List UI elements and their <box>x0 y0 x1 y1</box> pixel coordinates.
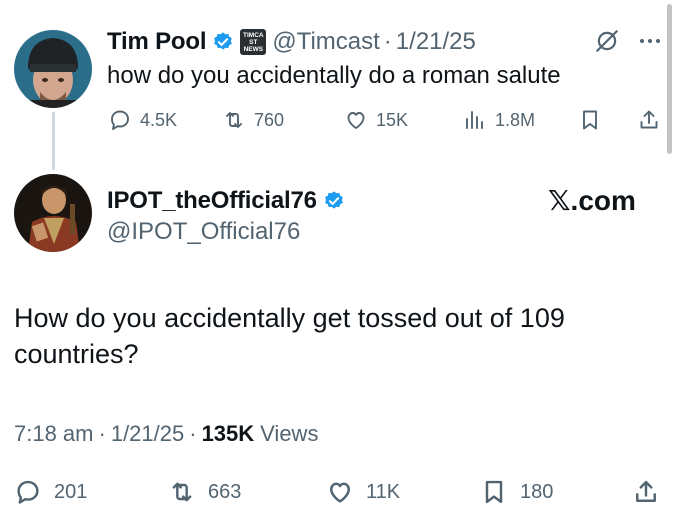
reply-button[interactable]: 201 <box>14 478 87 506</box>
bookmark-icon <box>583 110 597 130</box>
views-count: 135K <box>201 421 255 446</box>
reply-button[interactable]: 4.5K <box>108 108 177 132</box>
grok-icon[interactable] <box>594 28 620 54</box>
tweet-date[interactable]: 1/21/25 <box>396 28 476 56</box>
reply-icon <box>17 480 39 504</box>
views-icon <box>466 111 483 129</box>
author-name[interactable]: IPOT_theOfficial76 <box>107 187 317 215</box>
tweet-time[interactable]: 7:18 am <box>14 421 94 447</box>
author-name[interactable]: Tim Pool <box>107 28 207 56</box>
thread-connector-line <box>52 112 55 170</box>
x-watermark: 𝕏.com <box>548 185 636 216</box>
affiliate-badge[interactable]: TIMCAST NEWS <box>240 29 267 55</box>
repost-icon <box>226 112 242 128</box>
share-button[interactable] <box>632 478 660 506</box>
share-icon <box>640 110 658 129</box>
repost-button[interactable]: 760 <box>222 108 284 132</box>
quoted-tweet-header: Tim Pool TIMCAST NEWS @Timcast · 1/21/25 <box>107 26 476 58</box>
bookmark-icon <box>485 480 503 504</box>
verified-badge-icon <box>214 32 233 50</box>
tweet-date[interactable]: 1/21/25 <box>111 421 184 447</box>
more-icon[interactable] <box>638 36 662 46</box>
separator: · <box>383 28 392 55</box>
reply-tweet-header: IPOT_theOfficial76 <box>107 186 345 216</box>
quoted-tweet-text: how do you accidentally do a roman salut… <box>107 62 561 89</box>
bookmark-button[interactable]: 180 <box>480 478 553 506</box>
like-button[interactable]: 11K <box>326 478 400 506</box>
share-button[interactable] <box>637 108 661 132</box>
verified-badge-icon <box>324 191 343 209</box>
tim-pool-avatar[interactable] <box>14 30 92 108</box>
separator: · <box>98 421 106 446</box>
views-button[interactable]: 1.8M <box>463 108 535 132</box>
repost-button[interactable]: 663 <box>168 478 241 506</box>
author-handle[interactable]: @Timcast <box>272 28 379 56</box>
views-label: Views <box>260 421 319 446</box>
like-icon <box>347 112 365 129</box>
separator: · <box>189 421 197 446</box>
like-button[interactable]: 15K <box>344 108 408 132</box>
ipot-avatar[interactable] <box>14 174 92 252</box>
tweet-timestamp-row: 7:18 am · 1/21/25 · 135K Views <box>14 421 318 447</box>
like-icon <box>330 482 350 503</box>
scrollbar[interactable] <box>667 4 672 154</box>
reply-tweet-text: How do you accidentally get tossed out o… <box>14 303 565 369</box>
author-handle[interactable]: @IPOT_Official76 <box>107 218 300 246</box>
reply-icon <box>111 110 129 130</box>
share-icon <box>636 480 656 502</box>
bookmark-button[interactable] <box>578 108 602 132</box>
repost-icon <box>172 482 192 502</box>
